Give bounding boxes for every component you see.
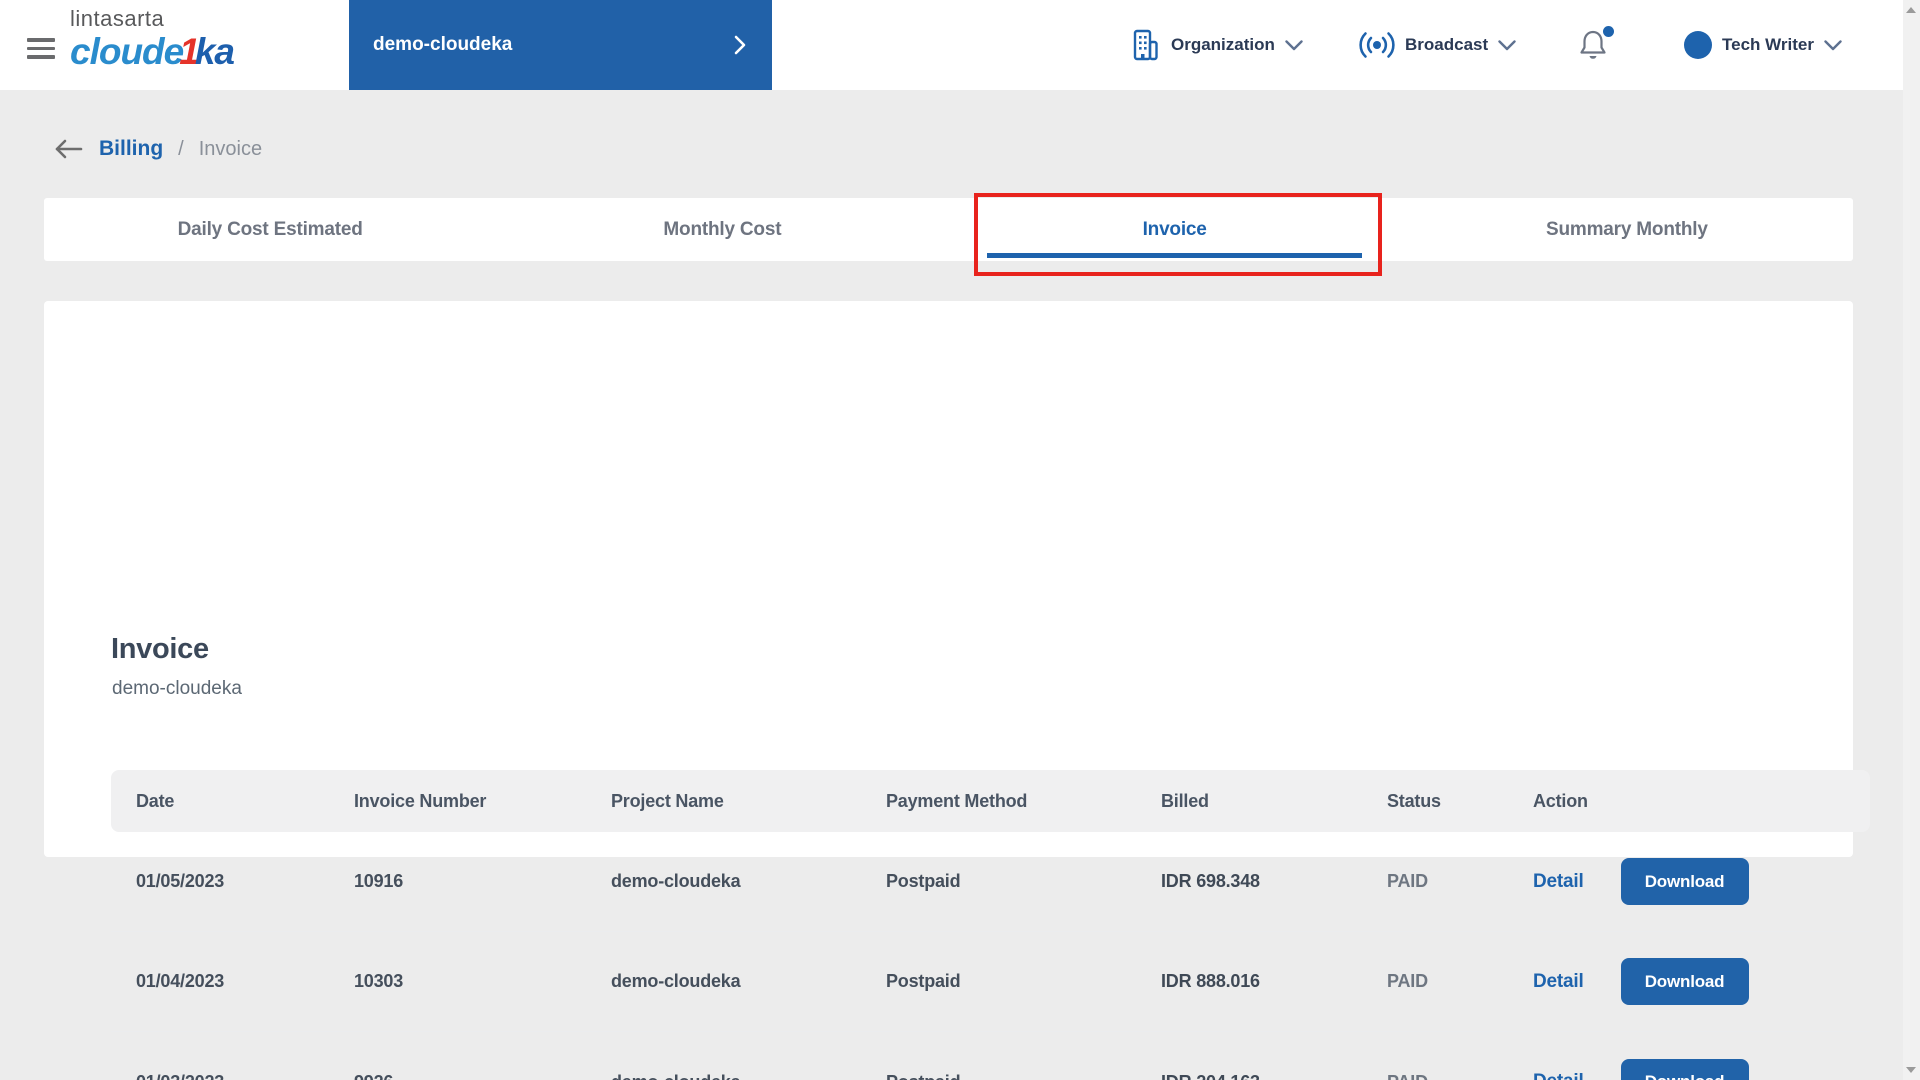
- tab-invoice[interactable]: Invoice: [949, 198, 1401, 261]
- back-arrow-icon[interactable]: [52, 137, 84, 161]
- cell-status: PAID: [1362, 1072, 1508, 1080]
- billing-invoice-page: lintasarta cloude1ka demo-cloudeka Organ…: [0, 0, 1920, 1080]
- table-row: 01/05/2023 10916 demo-cloudeka Postpaid …: [111, 832, 1870, 932]
- tab-summary-monthly[interactable]: Summary Monthly: [1401, 198, 1853, 261]
- menu-icon[interactable]: [27, 38, 55, 60]
- tab-daily-cost-estimated[interactable]: Daily Cost Estimated: [44, 198, 496, 261]
- logo-lintasarta-text: lintasarta: [70, 6, 165, 31]
- chevron-down-icon: [1824, 39, 1842, 50]
- scrollbar-down-arrow[interactable]: [1906, 1067, 1916, 1073]
- broadcast-menu[interactable]: Broadcast: [1359, 0, 1516, 90]
- page-title: Invoice: [111, 633, 209, 665]
- project-name: demo-cloudeka: [373, 34, 513, 55]
- cell-project-name: demo-cloudeka: [586, 1072, 861, 1080]
- cell-billed: IDR 204.163: [1136, 1072, 1362, 1080]
- cell-invoice-number: 10916: [354, 871, 404, 891]
- cell-project-name: demo-cloudeka: [611, 971, 741, 991]
- cell-date: 01/03/2023: [111, 1072, 329, 1080]
- organization-building-icon: [1133, 29, 1158, 61]
- project-selector[interactable]: demo-cloudeka: [349, 0, 772, 90]
- column-header-billed: Billed: [1161, 790, 1209, 811]
- column-header-payment-method: Payment Method: [886, 790, 1028, 811]
- table-header: Date Invoice Number Project Name Payment…: [111, 770, 1870, 832]
- cell-invoice-number: 10303: [354, 971, 404, 991]
- scrollbar[interactable]: [1903, 0, 1920, 1080]
- cell-date: 01/04/2023: [136, 971, 225, 991]
- user-menu[interactable]: Tech Writer: [1684, 0, 1842, 90]
- detail-link[interactable]: Detail: [1533, 971, 1584, 993]
- cell-date: 01/05/2023: [136, 871, 225, 891]
- tab-monthly-cost[interactable]: Monthly Cost: [496, 198, 948, 261]
- breadcrumb: Billing / Invoice: [52, 137, 262, 161]
- active-tab-underline: [986, 253, 1363, 258]
- cell-project-name: demo-cloudeka: [611, 871, 741, 891]
- chevron-down-icon: [1285, 39, 1303, 50]
- scrollbar-up-arrow[interactable]: [1906, 7, 1916, 13]
- cell-billed: IDR 698.348: [1161, 871, 1260, 891]
- invoice-card: Invoice demo-cloudeka Date Invoice Numbe…: [44, 301, 1870, 1080]
- cell-billed: IDR 888.016: [1161, 971, 1260, 991]
- breadcrumb-billing-link[interactable]: Billing: [99, 137, 163, 161]
- billing-tabs: Daily Cost Estimated Monthly Cost Invoic…: [44, 198, 1853, 261]
- column-header-project-name: Project Name: [611, 790, 724, 811]
- cell-action: Detail Download: [1508, 858, 1870, 905]
- column-header-action: Action: [1533, 790, 1588, 811]
- column-header-date: Date: [136, 790, 175, 811]
- notifications-button[interactable]: [1578, 26, 1616, 64]
- chevron-down-icon: [1498, 39, 1516, 50]
- download-button[interactable]: Download: [1620, 858, 1749, 905]
- notification-badge-dot: [1603, 26, 1614, 37]
- cell-payment-method: Postpaid: [886, 871, 961, 891]
- organization-menu[interactable]: Organization: [1128, 0, 1303, 90]
- breadcrumb-separator: /: [178, 137, 184, 160]
- page-subtitle: demo-cloudeka: [112, 678, 242, 699]
- cell-payment-method: Postpaid: [861, 1072, 1136, 1080]
- download-button[interactable]: Download: [1620, 958, 1749, 1005]
- cell-payment-method: Postpaid: [886, 971, 961, 991]
- table-row: 01/03/2023 9926 demo-cloudeka Postpaid I…: [111, 1032, 1870, 1080]
- download-button[interactable]: Download: [1620, 1058, 1749, 1080]
- detail-link[interactable]: Detail: [1533, 871, 1584, 893]
- logo-cloudeka-text: cloude1ka: [70, 31, 235, 72]
- column-header-status: Status: [1387, 790, 1441, 811]
- table-body: 01/05/2023 10916 demo-cloudeka Postpaid …: [111, 832, 1870, 1080]
- broadcast-icon: [1359, 32, 1395, 58]
- avatar: [1684, 31, 1712, 59]
- cell-status: PAID: [1387, 871, 1428, 891]
- detail-link[interactable]: Detail: [1533, 1071, 1584, 1080]
- organization-label: Organization: [1171, 35, 1275, 54]
- cell-action: Detail Download: [1508, 1058, 1870, 1080]
- chevron-right-icon: [734, 35, 746, 55]
- broadcast-label: Broadcast: [1405, 35, 1489, 54]
- cloudeka-logo: lintasarta cloude1ka: [70, 6, 235, 72]
- table-row: 01/04/2023 10303 demo-cloudeka Postpaid …: [111, 932, 1870, 1032]
- topbar: lintasarta cloude1ka demo-cloudeka Organ…: [0, 0, 1920, 90]
- breadcrumb-current: Invoice: [198, 137, 263, 160]
- cell-action: Detail Download: [1508, 958, 1870, 1005]
- cell-invoice-number: 9926: [329, 1072, 586, 1080]
- cell-status: PAID: [1387, 971, 1428, 991]
- column-header-invoice-number: Invoice Number: [354, 790, 487, 811]
- user-name: Tech Writer: [1722, 35, 1814, 54]
